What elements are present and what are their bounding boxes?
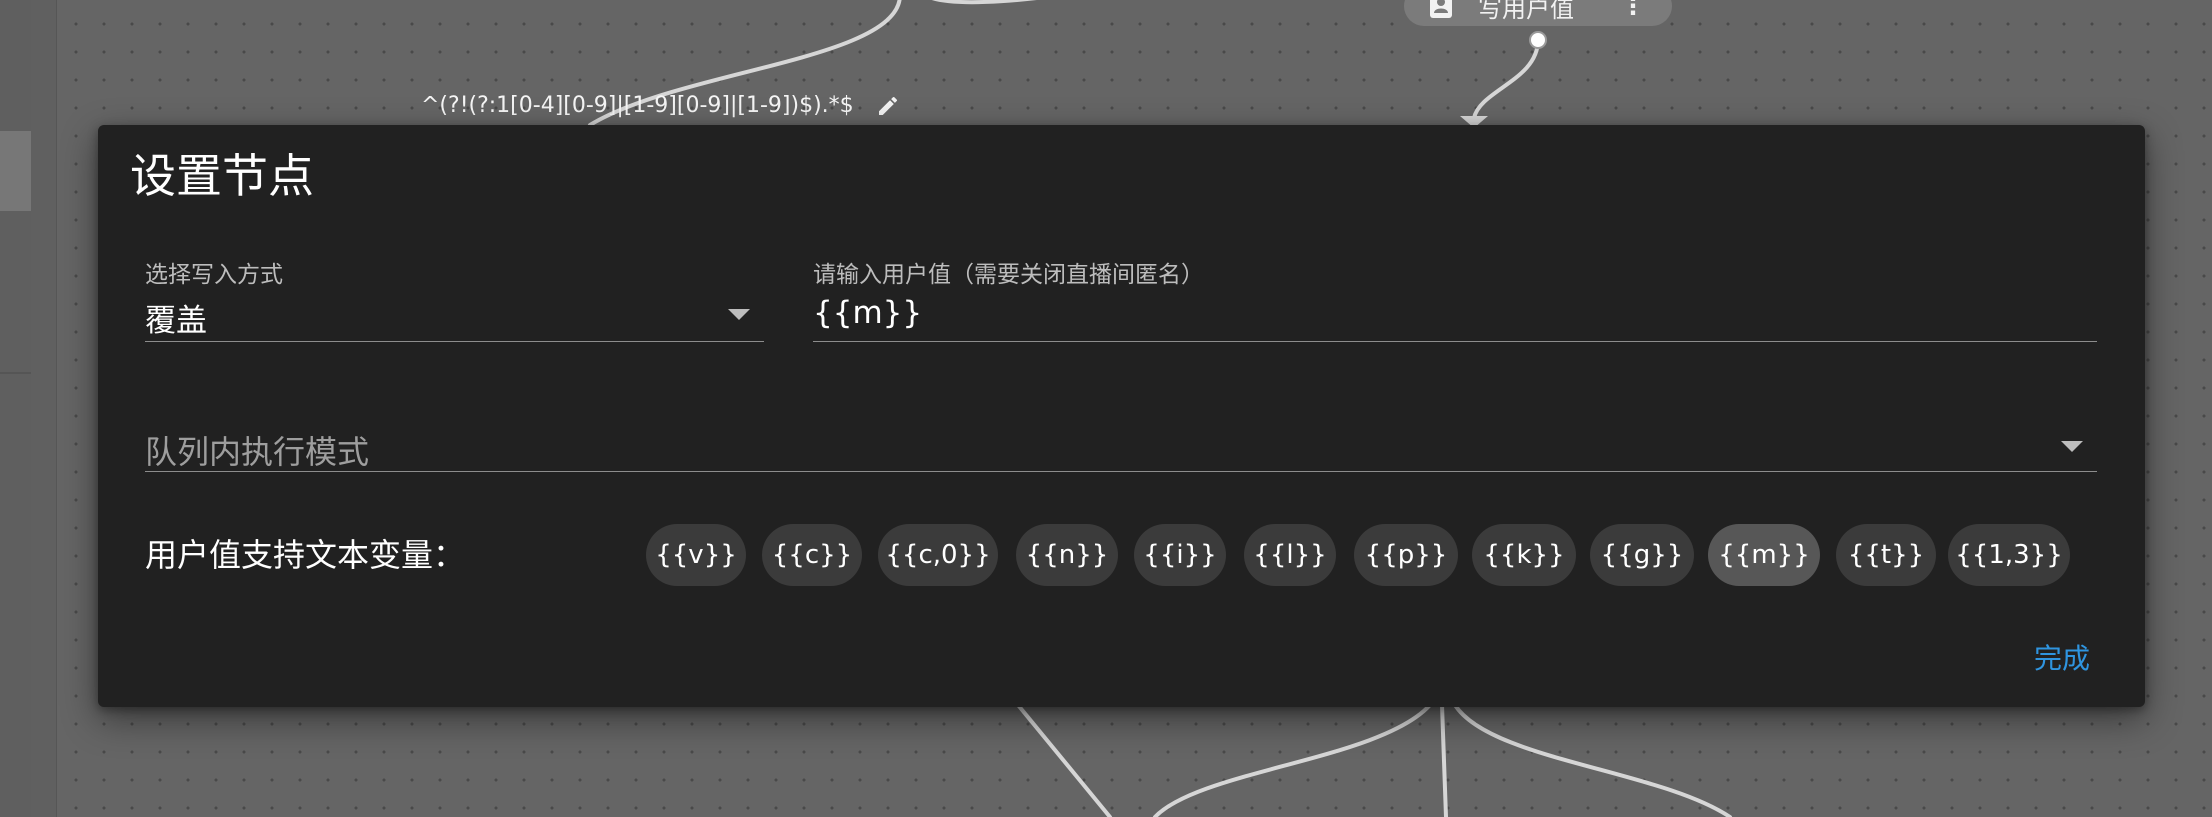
dialog-title: 设置节点	[130, 149, 314, 203]
done-button[interactable]: 完成	[2034, 637, 2090, 677]
variable-chip[interactable]: {{g}}	[1590, 524, 1694, 586]
edge-condition-text: ^(?!(?:1[0-4][0-9]|[1-9][0-9]|[1-9])$).*…	[421, 93, 854, 118]
queue-mode-select[interactable]: 队列内执行模式	[145, 415, 2097, 472]
edit-pencil-icon[interactable]	[876, 94, 900, 118]
contact-card-icon	[1428, 0, 1454, 19]
variable-chip[interactable]: {{l}}	[1244, 524, 1336, 586]
variable-chip[interactable]: {{v}}	[646, 524, 746, 586]
variable-chip-active[interactable]: {{m}}	[1708, 524, 1820, 586]
variable-chip[interactable]: {{n}}	[1016, 524, 1118, 586]
variable-chip[interactable]: {{k}}	[1472, 524, 1576, 586]
variable-chip[interactable]: {{t}}	[1836, 524, 1936, 586]
variable-chip[interactable]: {{p}}	[1354, 524, 1458, 586]
write-mode-select[interactable]: 选择写入方式 覆盖	[145, 255, 764, 342]
edge-bottom-3	[1440, 703, 1448, 817]
edge-bottom-1	[1016, 703, 1112, 817]
user-value-field[interactable]: 请输入用户值（需要关闭直播间匿名） {{m}}	[813, 255, 2097, 342]
write-mode-label: 选择写入方式	[145, 262, 283, 288]
queue-mode-placeholder: 队列内执行模式	[145, 433, 370, 471]
node-settings-dialog: 设置节点 选择写入方式 覆盖 请输入用户值（需要关闭直播间匿名） {{m}} 队…	[98, 125, 2145, 707]
node-label: 写用户值	[1478, 0, 1574, 23]
dropdown-arrow-icon[interactable]	[728, 309, 750, 320]
variables-label: 用户值支持文本变量：	[145, 536, 466, 574]
edge-bottom-2	[1153, 703, 1432, 817]
write-mode-value: 覆盖	[145, 303, 207, 339]
user-value-input[interactable]: {{m}}	[813, 295, 922, 331]
node-output-port	[1529, 31, 1547, 49]
variable-chip[interactable]: {{c}}	[762, 524, 862, 586]
edge-condition-label: ^(?!(?:1[0-4][0-9]|[1-9][0-9]|[1-9])$).*…	[421, 93, 900, 118]
flow-node-write-user-value[interactable]: 写用户值 ⋮	[1404, 0, 1672, 26]
variable-chip[interactable]: {{c,0}}	[878, 524, 998, 586]
variable-chip[interactable]: {{1,3}}	[1948, 524, 2070, 586]
variable-chip[interactable]: {{i}}	[1134, 524, 1226, 586]
more-vert-icon[interactable]: ⋮	[1618, 0, 1648, 20]
dropdown-arrow-icon[interactable]	[2061, 441, 2083, 452]
edge-bottom-4	[1453, 703, 1732, 817]
user-value-label: 请输入用户值（需要关闭直播间匿名）	[813, 262, 1204, 288]
edge-to-node	[1472, 38, 1540, 120]
edge-top-arc	[931, 0, 1037, 5]
